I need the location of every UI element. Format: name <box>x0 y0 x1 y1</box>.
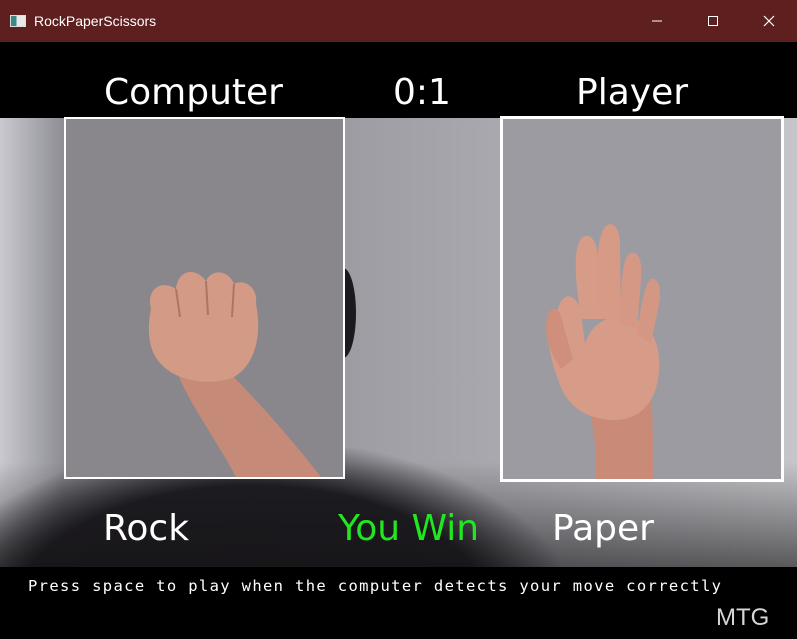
player-detection-box <box>500 116 784 482</box>
rock-hand-image <box>148 271 321 477</box>
round-result-label: You Win <box>338 508 480 549</box>
computer-header-label: Computer <box>104 72 283 113</box>
score-display: 0:1 <box>393 72 451 113</box>
minimize-button[interactable] <box>629 0 685 42</box>
close-icon <box>763 15 775 27</box>
instructions-text: Press space to play when the computer de… <box>28 577 723 595</box>
window-title-bar[interactable]: RockPaperScissors <box>0 0 797 42</box>
maximize-icon <box>708 16 718 26</box>
close-button[interactable] <box>741 0 797 42</box>
computer-move-label: Rock <box>103 508 190 549</box>
window-controls <box>629 0 797 42</box>
player-header-label: Player <box>576 72 689 113</box>
computer-detection-box <box>64 117 345 479</box>
window-title: RockPaperScissors <box>34 13 157 29</box>
app-window-icon <box>10 15 26 27</box>
brand-watermark: MTG <box>716 604 770 631</box>
minimize-icon <box>652 20 662 22</box>
player-move-label: Paper <box>552 508 654 549</box>
paper-hand-image <box>546 224 661 479</box>
maximize-button[interactable] <box>685 0 741 42</box>
